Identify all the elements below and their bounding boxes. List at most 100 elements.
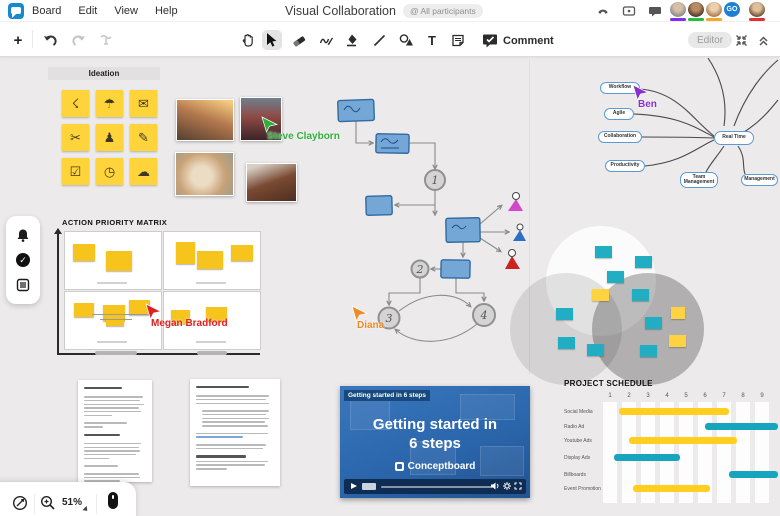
flow-box[interactable] <box>366 196 392 216</box>
redo-button[interactable] <box>68 30 88 50</box>
person-figure-blue[interactable] <box>513 224 526 241</box>
add-button[interactable]: + <box>8 30 28 50</box>
undo-button[interactable] <box>40 30 60 50</box>
sticky-note[interactable]: ✉ <box>130 90 157 117</box>
menu-view[interactable]: View <box>114 5 138 17</box>
tasks-check-icon[interactable]: ✓ <box>16 253 30 267</box>
sticky-note[interactable]: ✎ <box>130 124 157 151</box>
flow-box[interactable] <box>446 218 480 243</box>
avatar-initials[interactable]: GO <box>724 2 740 17</box>
mindmap-node[interactable]: Productivity <box>605 160 645 172</box>
video-player[interactable]: Getting started in 6 steps Getting start… <box>340 386 530 498</box>
document-page-2[interactable] <box>190 379 280 486</box>
sticky-note-tool-button[interactable] <box>448 30 468 50</box>
mindmap-node[interactable]: Management <box>741 174 778 186</box>
highlighter-tool-button[interactable] <box>342 30 362 50</box>
sticky-note[interactable]: ♟ <box>96 124 123 151</box>
person-figure-red[interactable] <box>505 250 520 270</box>
flow-box[interactable] <box>441 260 470 279</box>
volume-icon[interactable] <box>491 482 500 490</box>
screenshare-icon[interactable] <box>622 4 636 18</box>
avatar[interactable] <box>688 2 704 21</box>
app-logo-icon[interactable] <box>8 3 24 19</box>
overview-icon[interactable] <box>12 495 28 511</box>
gantt-bar[interactable] <box>705 423 778 430</box>
menu-edit[interactable]: Edit <box>78 5 97 17</box>
mindmap-node[interactable]: Team Management <box>680 172 718 188</box>
list-icon[interactable] <box>16 278 30 292</box>
venn-sticky-note[interactable] <box>558 337 575 349</box>
avatar-photo[interactable] <box>749 2 765 17</box>
zoom-level[interactable]: 51% <box>62 497 82 508</box>
matrix-sticky-note[interactable] <box>106 316 124 326</box>
bell-icon[interactable] <box>16 228 30 242</box>
play-button[interactable] <box>351 483 357 489</box>
board-title[interactable]: Visual Collaboration <box>285 4 396 18</box>
venn-sticky-note[interactable] <box>607 271 624 283</box>
gantt-bar[interactable] <box>729 471 778 478</box>
venn-sticky-note[interactable] <box>671 307 685 319</box>
sticky-note[interactable]: ☂ <box>96 90 123 117</box>
sticky-note[interactable]: ✂ <box>62 124 89 151</box>
comment-tool-icon[interactable] <box>480 30 500 50</box>
venn-sticky-note[interactable] <box>556 308 573 320</box>
venn-sticky-note[interactable] <box>645 317 662 329</box>
menu-help[interactable]: Help <box>155 5 178 17</box>
zoom-dropdown-caret[interactable] <box>82 506 91 515</box>
chat-icon[interactable] <box>648 4 662 18</box>
select-tool-button[interactable] <box>262 30 282 50</box>
person-figure-pink[interactable] <box>508 193 523 212</box>
gantt-bar[interactable] <box>629 437 737 444</box>
avatar[interactable] <box>670 2 686 21</box>
collapse-toolbar-icon[interactable] <box>753 30 773 50</box>
text-tool-button[interactable]: T <box>422 30 442 50</box>
venn-sticky-note[interactable] <box>635 256 652 268</box>
settings-gear-icon[interactable] <box>503 482 511 490</box>
venn-sticky-note[interactable] <box>587 344 604 356</box>
comment-label[interactable]: Comment <box>503 35 554 47</box>
gantt-bar[interactable] <box>619 408 729 415</box>
fullscreen-toggle-icon[interactable] <box>731 30 751 50</box>
format-painter-button[interactable] <box>96 30 116 50</box>
flow-box[interactable] <box>338 99 375 121</box>
menu-board[interactable]: Board <box>32 5 61 17</box>
zoom-in-icon[interactable] <box>40 495 56 511</box>
venn-sticky-note[interactable] <box>640 345 657 357</box>
line-tool-button[interactable] <box>369 30 389 50</box>
matrix-sticky-note[interactable] <box>74 303 94 317</box>
photo-street-scene[interactable] <box>176 99 234 141</box>
photo-leather-watch[interactable] <box>246 163 297 202</box>
mindmap-node[interactable]: Collaboration <box>598 131 642 143</box>
participants-badge[interactable]: @ All participants <box>403 4 483 18</box>
avatar-photo[interactable] <box>670 2 686 17</box>
matrix-sticky-note[interactable] <box>231 245 253 261</box>
venn-sticky-note[interactable] <box>595 246 612 258</box>
sticky-note[interactable]: ☁ <box>130 158 157 185</box>
mindmap-node[interactable]: Real Time <box>714 131 754 145</box>
matrix-handle-bar[interactable] <box>95 351 137 355</box>
matrix-handle-bar[interactable] <box>197 351 227 355</box>
avatar-photo[interactable] <box>706 2 722 17</box>
avatar[interactable]: GO <box>724 2 740 21</box>
venn-sticky-note[interactable] <box>632 289 649 301</box>
video-progress-bar[interactable] <box>381 486 492 488</box>
avatar-photo[interactable] <box>688 2 704 17</box>
phone-call-icon[interactable] <box>596 4 610 18</box>
document-page-1[interactable] <box>78 380 152 482</box>
matrix-sticky-note[interactable] <box>176 242 195 264</box>
mouse-mode-icon[interactable] <box>108 492 118 509</box>
photo-latte-art[interactable] <box>175 152 234 196</box>
editor-role-badge[interactable]: Editor <box>688 32 732 48</box>
sticky-note[interactable]: ☇ <box>62 90 89 117</box>
matrix-sticky-note[interactable] <box>197 251 223 269</box>
sticky-note[interactable]: ☑ <box>62 158 89 185</box>
ideation-section-header[interactable]: Ideation <box>48 67 160 80</box>
sticky-note[interactable]: ◷ <box>96 158 123 185</box>
eraser-tool-button[interactable] <box>289 30 309 50</box>
venn-sticky-note[interactable] <box>592 289 609 301</box>
gantt-bar[interactable] <box>614 454 681 461</box>
avatar[interactable] <box>706 2 722 21</box>
mindmap-node[interactable]: Agile <box>604 108 634 120</box>
shapes-tool-button[interactable] <box>396 30 416 50</box>
matrix-sticky-note[interactable] <box>106 251 132 271</box>
